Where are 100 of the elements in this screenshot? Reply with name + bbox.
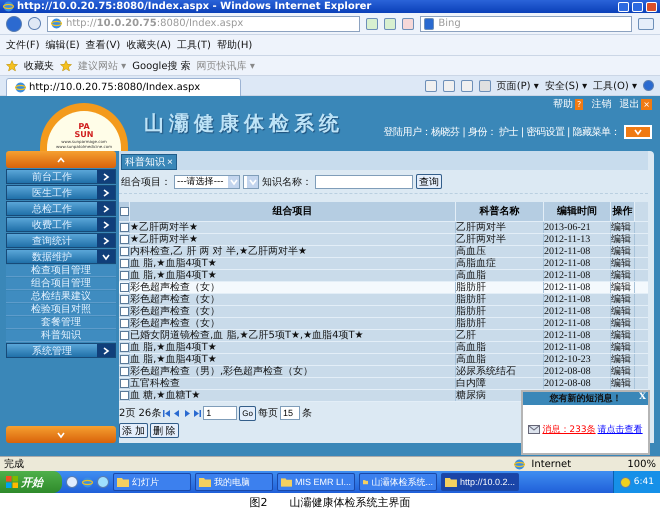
add-favorite-icon[interactable] [60,60,72,72]
edit-link[interactable]: 编辑 [611,222,631,233]
message-count-link[interactable]: 消息：233条 [542,422,596,436]
select-all-checkbox[interactable] [120,207,128,216]
row-checkbox[interactable] [120,259,128,268]
row-checkbox[interactable] [120,295,128,304]
edit-link[interactable]: 编辑 [611,330,631,341]
edit-link[interactable]: 编辑 [611,318,631,329]
command-menu[interactable]: 安全(S) ▾ [544,78,588,92]
per-page-input[interactable]: 15 [280,406,300,420]
action-button[interactable]: 添 加 [119,423,148,438]
row-checkbox[interactable] [120,307,128,316]
table-cell: 2013-06-21 [544,222,591,233]
header-link[interactable]: 帮助 ? [553,97,584,111]
table-row[interactable]: 彩色超声检查（女） 脂肪肝 2012-11-08 编辑 [119,294,648,306]
table-row[interactable]: 彩色超声检查（女） 脂肪肝 2012-11-08 编辑 [119,318,648,330]
row-checkbox[interactable] [120,379,128,388]
edit-link[interactable]: 编辑 [611,366,631,377]
row-checkbox[interactable] [120,235,128,244]
row-checkbox[interactable] [120,343,128,352]
table-row[interactable]: 彩色超声检查（女） 脂肪肝 2012-11-08 编辑 [119,306,648,318]
zoom-level[interactable]: 100% [627,458,656,470]
go-button[interactable]: Go [239,406,256,420]
page-input[interactable]: 1 [203,406,238,420]
window-icon [281,477,292,487]
browser-quick-launch-icon[interactable] [82,476,93,488]
edit-link[interactable]: 编辑 [611,306,631,317]
table-cell: 2012-10-23 [544,354,591,365]
favorites-button[interactable]: 收藏夹 [24,58,54,72]
table-cell: 2012-11-08 [544,246,590,257]
taskbar-button[interactable]: 我的电脑 [195,473,273,491]
row-checkbox[interactable] [120,223,128,232]
edit-link[interactable]: 编辑 [611,378,631,389]
taskbar-button[interactable]: http://10.0.2... [441,473,519,491]
command-menu[interactable]: 页面(P) ▾ [496,78,539,92]
taskbar-button[interactable]: MIS EMR LI... [277,473,355,491]
previous-page-icon[interactable] [173,408,182,418]
view-link[interactable]: 请点击查看 [598,422,643,436]
first-page-icon[interactable] [163,408,172,418]
edit-link[interactable]: 编辑 [611,294,631,305]
last-page-icon[interactable] [193,408,202,418]
edit-link[interactable]: 编辑 [611,342,631,353]
back-button[interactable] [6,16,22,32]
menu-item[interactable]: 收藏夹(A) [126,38,171,52]
quick-launch-icon[interactable] [66,476,78,488]
maximize-button[interactable] [632,2,643,12]
table-row[interactable]: 已婚女阴道镜检查,血 脂,★乙肝5项T★,★血脂4项T★ 乙肝 2012-11-08 编辑 [119,330,648,342]
envelope-icon [528,424,540,434]
table-cell: 彩色超声检查（男）,彩色超声检查（女） [130,366,314,377]
edit-link[interactable]: 编辑 [611,282,631,293]
row-checkbox[interactable] [120,391,128,400]
per-page-unit: 条 [302,407,312,420]
minimize-button[interactable] [618,2,629,12]
row-checkbox[interactable] [120,271,128,280]
edit-link[interactable]: 编辑 [611,270,631,281]
quick-launch-icon[interactable] [97,476,109,488]
menu-item[interactable]: 编辑(E) [46,38,80,52]
window-icon [445,477,457,487]
taskbar-button[interactable]: 幻灯片 [113,473,191,491]
row-checkbox[interactable] [120,319,128,328]
row-checkbox[interactable] [120,247,128,256]
next-page-icon[interactable] [183,408,192,418]
menu-item[interactable]: 帮助(H) [216,38,252,52]
row-checkbox[interactable] [120,283,128,292]
menu-item[interactable]: 查看(V) [86,38,120,52]
table-row[interactable]: ★乙肝两对半★ 乙肝两对半 2012-11-13 编辑 [119,234,648,246]
close-button[interactable]: X [639,392,646,402]
row-checkbox[interactable] [120,367,128,376]
row-checkbox[interactable] [120,331,128,340]
table-row[interactable]: 彩色超声检查（女） 脂肪肝 2012-11-08 编辑 [119,282,648,294]
close-button[interactable] [646,2,657,12]
taskbar-button[interactable]: 山灞体检系统... [359,473,437,491]
table-cell: 2012-11-08 [544,318,590,329]
table-row[interactable]: ★乙肝两对半★ 乙肝两对半 2013-06-21 编辑 [119,222,648,234]
clock: 6:41 [634,477,654,487]
hide-menu-button[interactable] [624,125,652,139]
combo-select[interactable]: ---请选择--- [174,174,240,188]
content-tab[interactable]: 科普知识 × [121,154,177,170]
edit-link[interactable]: 编辑 [611,354,631,365]
action-button[interactable]: 删 除 [150,423,179,438]
favorites-link[interactable]: Google搜 索 [132,58,191,72]
row-checkbox[interactable] [120,355,128,364]
menu-item[interactable]: 文件(F) [6,38,40,52]
sub-select[interactable] [243,174,259,188]
edit-link[interactable]: 编辑 [611,258,631,269]
edit-link[interactable]: 编辑 [611,234,631,245]
table-cell: 2012-08-08 [544,366,591,377]
header-link[interactable]: 注销 [591,97,612,111]
header-link[interactable]: 退出 × [619,97,652,111]
table-cell: 2012-08-08 [544,378,591,389]
command-menu[interactable]: 工具(O) ▾ [593,78,637,92]
search-button[interactable]: 查询 [416,174,442,189]
column-header: 组合项目 [130,202,456,221]
name-input[interactable] [315,174,413,188]
browser-tab[interactable]: http://10.0.20.75:8080/Index.aspx [6,78,241,96]
table-cell: 血 脂,★血脂4项T★ [130,342,217,353]
forward-button[interactable] [28,17,41,30]
edit-link[interactable]: 编辑 [611,246,631,257]
menu-item[interactable]: 工具(T) [177,38,211,52]
window-icon [363,477,368,487]
